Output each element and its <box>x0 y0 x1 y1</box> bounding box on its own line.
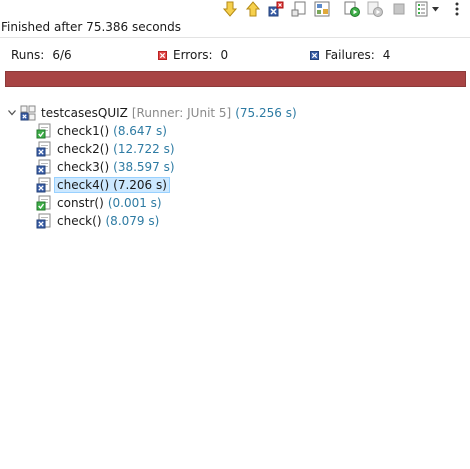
layout-icon <box>314 1 330 17</box>
rerun-button[interactable] <box>344 1 360 17</box>
test-failed-icon <box>36 141 52 157</box>
test-run-history-button[interactable] <box>414 1 430 17</box>
test-case-label: check() <box>57 213 102 228</box>
failure-icon <box>310 50 319 60</box>
test-passed-icon <box>36 123 52 139</box>
test-case-text: check2() (12.722 s) <box>57 142 175 156</box>
history-dropdown-button[interactable] <box>431 1 439 17</box>
test-case-label: constr() <box>57 195 104 210</box>
stop-icon <box>393 3 405 15</box>
scroll-lock-button[interactable] <box>291 1 307 17</box>
error-icon <box>158 50 167 60</box>
test-run-history-icon <box>415 1 428 17</box>
previous-failure-icon <box>246 1 260 17</box>
rerun-failed-first-icon <box>367 1 383 17</box>
scroll-lock-icon <box>291 1 306 17</box>
test-case-text: constr() (0.001 s) <box>57 196 162 210</box>
divider <box>0 37 470 38</box>
show-failures-only-icon <box>268 1 284 17</box>
failures-counter: Failures: 4 <box>310 48 390 62</box>
failures-label: Failures: <box>325 48 375 62</box>
runs-counter: Runs: 6/6 <box>11 48 72 62</box>
show-failures-only-button[interactable] <box>268 1 284 17</box>
previous-failure-button[interactable] <box>245 1 261 17</box>
test-case-label: check3() <box>57 159 110 174</box>
runs-value: 6/6 <box>52 48 72 62</box>
test-case-time: (8.079 s) <box>105 213 160 228</box>
chevron-down-icon <box>431 6 439 11</box>
tree-root-time: (75.256 s) <box>235 105 297 120</box>
chevron-down-icon[interactable] <box>6 109 18 116</box>
test-case-row[interactable]: check() (8.079 s) <box>36 212 159 229</box>
test-case-row[interactable]: check3() (38.597 s) <box>36 158 175 175</box>
selected-test-case: check4() (7.206 s) <box>54 176 170 193</box>
tree-root[interactable]: testcasesQUIZ [Runner: JUnit 5] (75.256 … <box>6 104 297 121</box>
junit-toolbar <box>0 0 470 20</box>
test-case-time: (0.001 s) <box>107 195 162 210</box>
test-case-label: check1() <box>57 123 110 138</box>
next-failure-button[interactable] <box>222 1 238 17</box>
test-case-time: (38.597 s) <box>113 159 175 174</box>
test-case-label: check4() <box>57 177 110 192</box>
test-case-time: (8.647 s) <box>113 123 167 138</box>
rerun-icon <box>344 1 360 17</box>
progress-bar <box>5 71 466 87</box>
test-failed-icon <box>36 177 52 193</box>
runs-label: Runs: <box>11 48 45 62</box>
layout-button[interactable] <box>314 1 330 17</box>
test-case-text: check3() (38.597 s) <box>57 160 175 174</box>
test-case-row[interactable]: check1() (8.647 s) <box>36 122 167 139</box>
test-passed-icon <box>36 195 52 211</box>
next-failure-icon <box>223 1 237 17</box>
test-case-label: check2() <box>57 141 110 156</box>
errors-value: 0 <box>220 48 229 62</box>
view-menu-button[interactable] <box>449 1 465 17</box>
tree-root-runner: [Runner: JUnit 5] <box>131 105 232 120</box>
failures-value: 4 <box>382 48 391 62</box>
test-case-text: check() (8.079 s) <box>57 214 159 228</box>
rerun-failed-first-button[interactable] <box>367 1 383 17</box>
test-failed-icon <box>36 213 52 229</box>
test-case-row[interactable]: check4() (7.206 s) <box>36 176 170 193</box>
test-suite-failed-icon <box>20 105 36 121</box>
view-menu-icon <box>455 2 459 16</box>
test-failed-icon <box>36 159 52 175</box>
test-case-row[interactable]: check2() (12.722 s) <box>36 140 175 157</box>
stop-button[interactable] <box>391 1 407 17</box>
status-message: Finished after 75.386 seconds <box>1 20 182 34</box>
errors-counter: Errors: 0 <box>158 48 228 62</box>
counter-panel: Runs: 6/6 Errors: 0 Failures: 4 <box>0 48 470 64</box>
tree-root-label: testcasesQUIZ <box>41 105 128 120</box>
test-case-row[interactable]: constr() (0.001 s) <box>36 194 162 211</box>
test-case-time: (12.722 s) <box>113 141 175 156</box>
errors-label: Errors: <box>173 48 213 62</box>
test-case-time: (7.206 s) <box>113 177 167 192</box>
test-case-text: check1() (8.647 s) <box>57 124 167 138</box>
